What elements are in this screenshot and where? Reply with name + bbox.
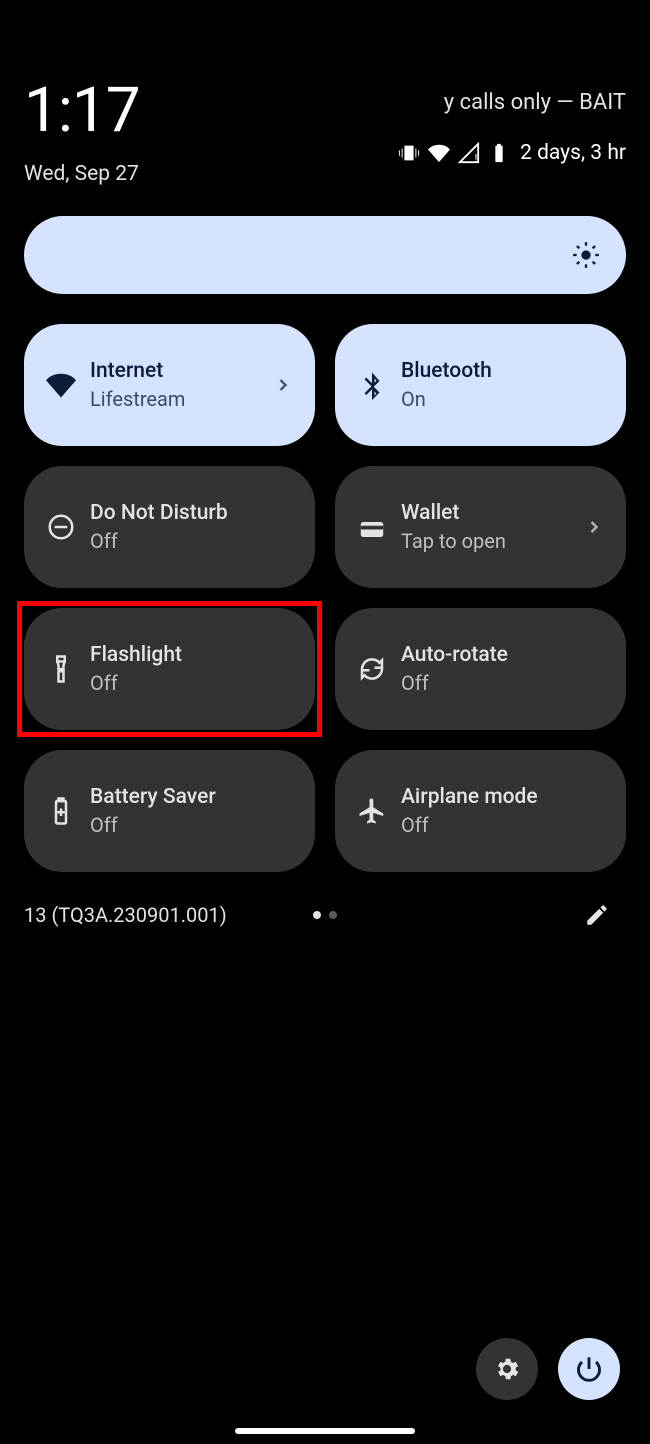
tile-batterysaver[interactable]: Battery Saver Off <box>24 750 315 872</box>
power-icon <box>575 1355 603 1383</box>
status-block: y calls only — BAIT ! 2 days, 3 hr <box>398 80 626 165</box>
tile-subtitle: Lifestream <box>90 387 259 411</box>
wifi-icon <box>46 370 76 400</box>
page-dot <box>329 911 337 919</box>
tile-autorotate[interactable]: Auto-rotate Off <box>335 608 626 730</box>
airplane-icon <box>357 796 387 826</box>
wallet-icon <box>357 512 387 542</box>
tile-title: Flashlight <box>90 643 293 667</box>
clock-time: 1:17 <box>24 80 140 142</box>
tile-title: Airplane mode <box>401 785 604 809</box>
tile-title: Battery Saver <box>90 785 293 809</box>
brightness-icon <box>572 241 600 269</box>
tile-bluetooth[interactable]: Bluetooth On <box>335 324 626 446</box>
tile-airplane[interactable]: Airplane mode Off <box>335 750 626 872</box>
chevron-right-icon <box>584 517 604 537</box>
carrier-text: y calls only — BAIT <box>444 90 626 115</box>
tile-subtitle: Off <box>401 813 604 837</box>
tile-title: Wallet <box>401 501 570 525</box>
svg-text:!: ! <box>475 152 478 164</box>
tile-flashlight[interactable]: Flashlight Off <box>24 608 315 730</box>
tile-subtitle: Off <box>90 813 293 837</box>
dnd-icon <box>46 512 76 542</box>
tile-subtitle: Tap to open <box>401 529 570 553</box>
tile-wallet[interactable]: Wallet Tap to open <box>335 466 626 588</box>
flashlight-icon <box>46 654 76 684</box>
clock-date: Wed, Sep 27 <box>24 162 140 186</box>
tile-subtitle: On <box>401 387 604 411</box>
autorotate-icon <box>357 654 387 684</box>
gear-icon <box>493 1355 521 1383</box>
tile-subtitle: Off <box>401 671 604 695</box>
bluetooth-icon <box>357 370 387 400</box>
battery-text: 2 days, 3 hr <box>520 141 626 165</box>
power-button[interactable] <box>558 1338 620 1400</box>
tile-dnd[interactable]: Do Not Disturb Off <box>24 466 315 588</box>
edit-icon[interactable] <box>584 902 610 928</box>
tile-subtitle: Off <box>90 529 293 553</box>
battery-saver-icon <box>46 796 76 826</box>
settings-button[interactable] <box>476 1338 538 1400</box>
tile-title: Do Not Disturb <box>90 501 293 525</box>
clock-block: 1:17 Wed, Sep 27 <box>24 80 140 186</box>
signal-icon: ! <box>458 142 480 164</box>
tile-title: Internet <box>90 359 259 383</box>
battery-icon <box>488 142 510 164</box>
tile-subtitle: Off <box>90 671 293 695</box>
home-handle[interactable] <box>235 1428 415 1434</box>
chevron-right-icon <box>273 375 293 395</box>
vibrate-icon <box>398 142 420 164</box>
brightness-slider[interactable] <box>24 216 626 294</box>
page-indicator <box>313 911 337 919</box>
page-dot <box>313 911 321 919</box>
tile-internet[interactable]: Internet Lifestream <box>24 324 315 446</box>
tile-title: Bluetooth <box>401 359 604 383</box>
build-number: 13 (TQ3A.230901.001) <box>24 903 227 927</box>
quick-settings-grid: Internet Lifestream Bluetooth On Do Not … <box>0 294 650 872</box>
tile-title: Auto-rotate <box>401 643 604 667</box>
wifi-icon <box>428 142 450 164</box>
